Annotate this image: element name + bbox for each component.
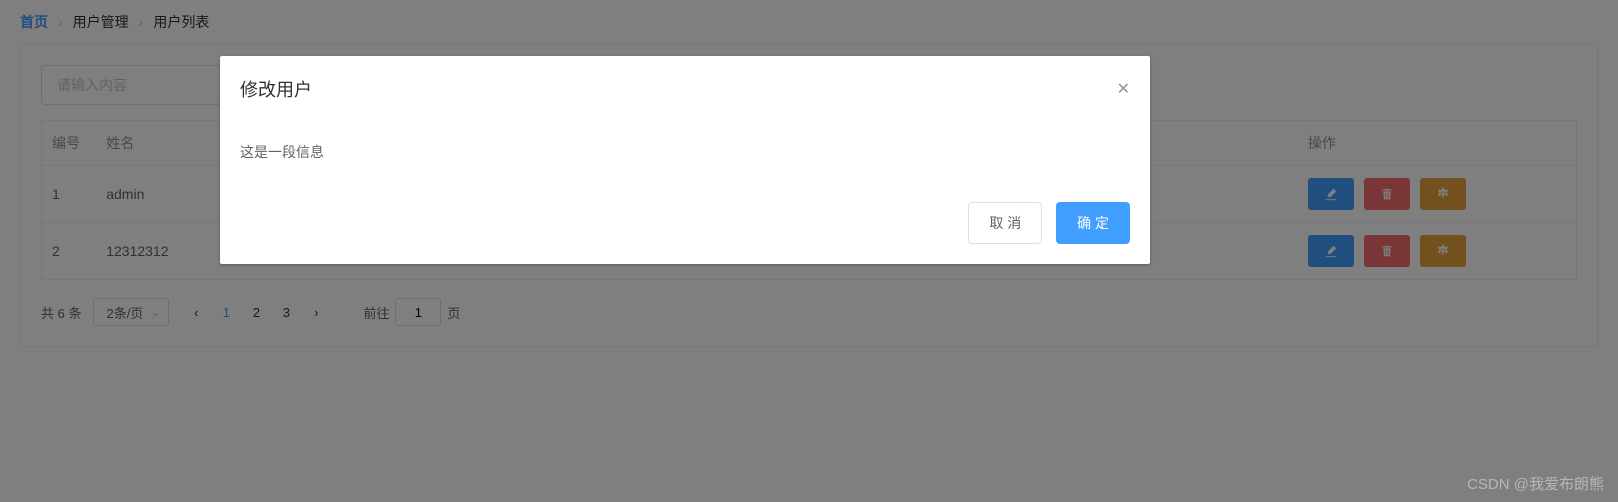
close-icon: ✕: [1117, 81, 1130, 98]
dialog-body: 这是一段信息: [220, 112, 1150, 192]
confirm-button[interactable]: 确 定: [1056, 202, 1130, 244]
dialog-close-button[interactable]: ✕: [1117, 79, 1130, 99]
dialog-title: 修改用户: [240, 76, 312, 102]
edit-user-dialog: 修改用户 ✕ 这是一段信息 取 消 确 定: [220, 56, 1150, 264]
cancel-button[interactable]: 取 消: [968, 202, 1042, 244]
